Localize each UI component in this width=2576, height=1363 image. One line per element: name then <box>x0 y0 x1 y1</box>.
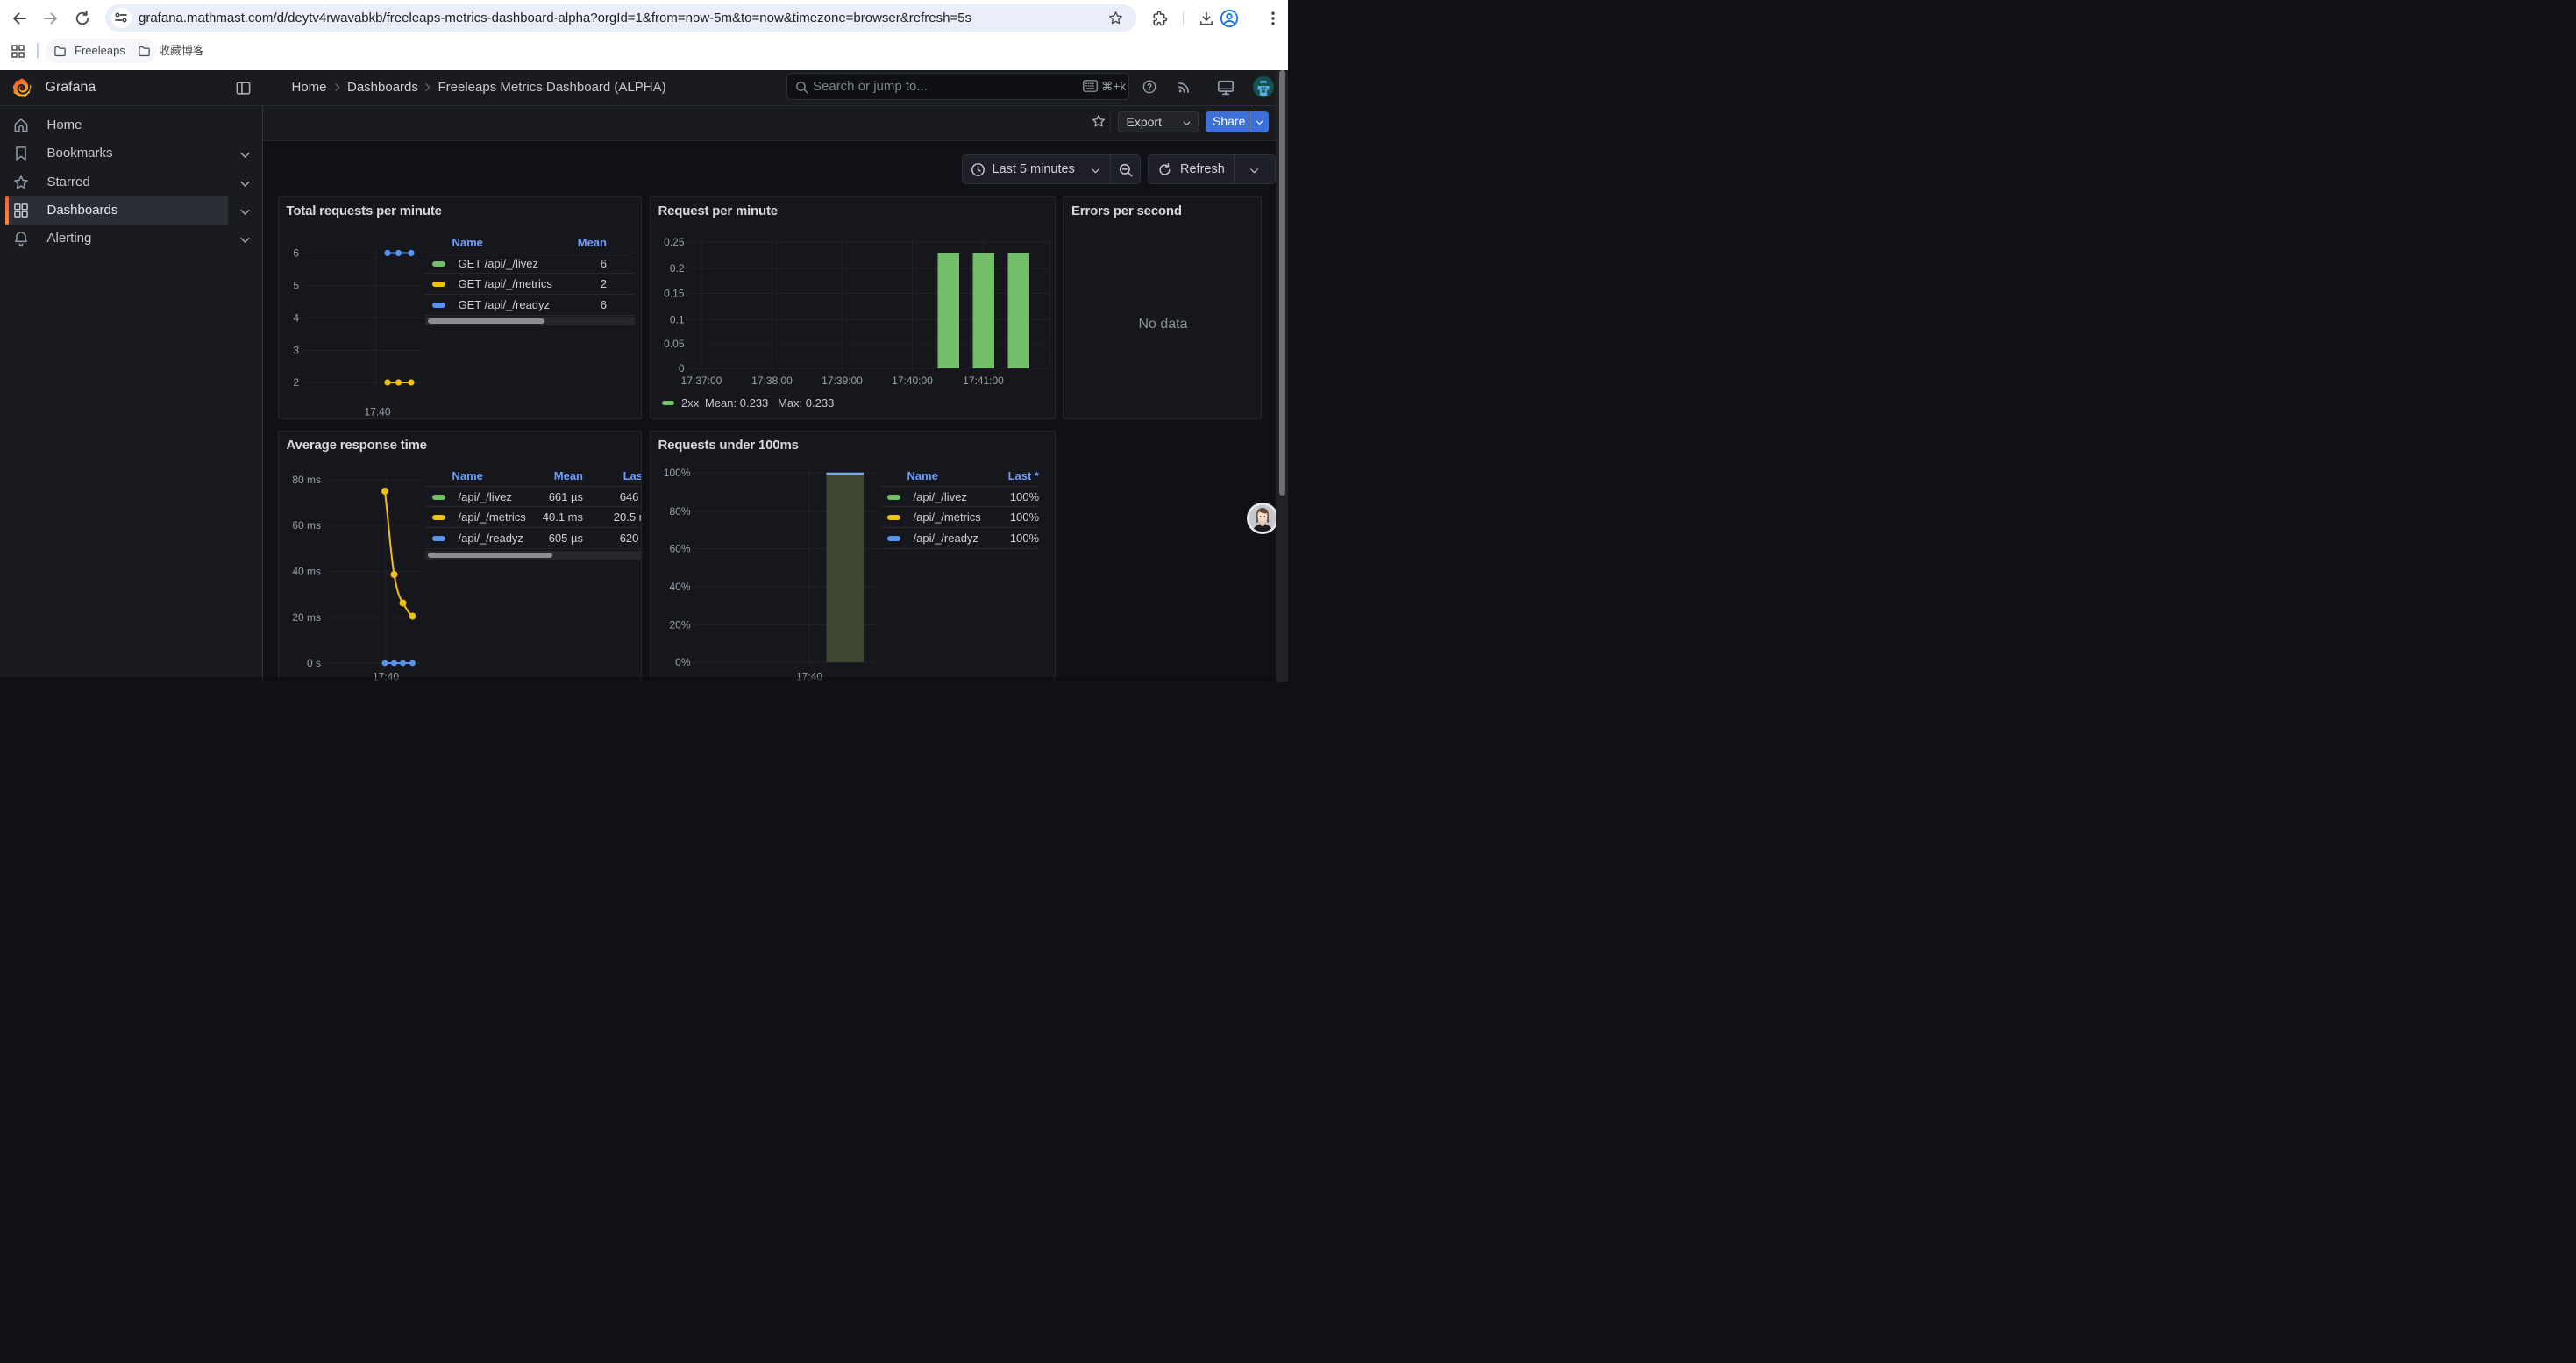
svg-text:0.15: 0.15 <box>664 287 685 299</box>
svg-text:60%: 60% <box>669 542 690 554</box>
svg-text:60 ms: 60 ms <box>292 519 321 532</box>
svg-text:0%: 0% <box>675 656 691 668</box>
svg-text:20 ms: 20 ms <box>292 611 321 624</box>
svg-text:0 s: 0 s <box>306 657 320 669</box>
svg-text:40%: 40% <box>669 581 690 593</box>
svg-text:80%: 80% <box>669 505 690 517</box>
svg-text:0.05: 0.05 <box>664 338 685 350</box>
svg-text:0.25: 0.25 <box>664 236 685 248</box>
svg-text:17:37:00: 17:37:00 <box>680 375 722 387</box>
svg-text:0.2: 0.2 <box>669 262 684 275</box>
svg-text:40 ms: 40 ms <box>292 565 321 577</box>
svg-text:5: 5 <box>293 279 299 291</box>
svg-text:2: 2 <box>293 376 299 389</box>
svg-text:0: 0 <box>678 362 684 375</box>
svg-text:17:40:00: 17:40:00 <box>892 375 933 387</box>
svg-text:20%: 20% <box>669 618 690 631</box>
svg-text:17:41:00: 17:41:00 <box>963 375 1004 387</box>
svg-text:4: 4 <box>293 311 299 324</box>
svg-text:17:40: 17:40 <box>364 405 390 417</box>
svg-text:17:38:00: 17:38:00 <box>751 375 793 387</box>
svg-text:0.1: 0.1 <box>669 313 684 325</box>
svg-text:3: 3 <box>293 344 299 356</box>
svg-text:17:39:00: 17:39:00 <box>822 375 863 387</box>
